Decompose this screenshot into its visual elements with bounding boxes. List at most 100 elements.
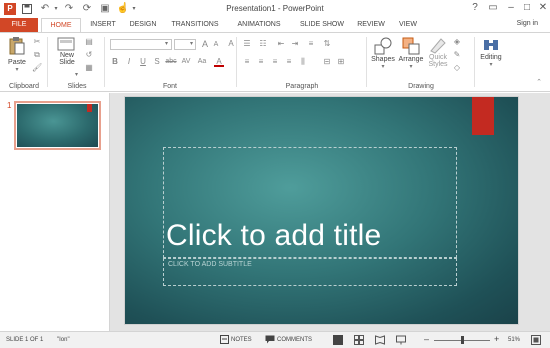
- justify-icon[interactable]: ≡: [284, 57, 294, 67]
- slide-sorter-view-icon[interactable]: [354, 335, 364, 345]
- thumbnail-preview: [17, 104, 98, 147]
- tab-view[interactable]: VIEW: [394, 18, 422, 32]
- close-button[interactable]: ✕: [536, 1, 550, 15]
- shape-outline-icon[interactable]: ✎: [452, 50, 462, 60]
- decrease-indent-icon[interactable]: ⇤: [276, 39, 286, 49]
- text-direction-icon[interactable]: ⇅: [322, 39, 332, 49]
- editing-button[interactable]: Editing ▾: [478, 36, 504, 68]
- new-slide-dropdown-icon[interactable]: ▾: [75, 71, 78, 78]
- tab-slide-show[interactable]: SLIDE SHOW: [294, 18, 350, 32]
- zoom-in-button[interactable]: +: [494, 334, 499, 344]
- slide-thumbnails-pane: 1: [0, 93, 110, 331]
- shape-effects-icon[interactable]: ◇: [452, 63, 462, 73]
- layout-icon[interactable]: ▤: [84, 37, 94, 47]
- reading-view-icon[interactable]: [375, 335, 385, 345]
- fit-to-window-icon[interactable]: [531, 335, 541, 345]
- thumbnail-accent-bar: [87, 104, 92, 112]
- arrange-label: Arrange: [398, 56, 424, 63]
- change-case-icon[interactable]: Aa: [196, 57, 208, 67]
- new-slide-icon: [57, 37, 75, 51]
- quick-styles-button[interactable]: Quick Styles: [426, 36, 450, 68]
- bold-icon[interactable]: B: [110, 57, 120, 67]
- arrange-button[interactable]: Arrange ▾: [396, 36, 426, 70]
- paste-icon: [9, 37, 25, 55]
- comments-button[interactable]: COMMENTS: [277, 337, 312, 343]
- quick-styles-label-2: Styles: [428, 61, 448, 68]
- status-bar: SLIDE 1 OF 1 "Ion" NOTES COMMENTS – + 51…: [0, 331, 550, 348]
- section-icon[interactable]: ▦: [84, 63, 94, 73]
- slide-canvas[interactable]: Click to add title CLICK TO ADD SUBTITLE: [124, 96, 519, 325]
- numbering-icon[interactable]: ☷: [258, 39, 268, 49]
- font-size-dropdown-icon[interactable]: ▾: [190, 40, 193, 47]
- arrange-dropdown-icon[interactable]: ▾: [396, 63, 426, 70]
- strikethrough-icon[interactable]: S: [152, 57, 162, 67]
- cut-icon[interactable]: ✂: [32, 37, 42, 47]
- shapes-dropdown-icon[interactable]: ▾: [370, 63, 396, 70]
- tab-file[interactable]: FILE: [0, 18, 38, 32]
- new-slide-label-2: Slide: [59, 59, 75, 66]
- grow-font-icon[interactable]: A: [200, 39, 210, 49]
- subtitle-placeholder[interactable]: CLICK TO ADD SUBTITLE: [163, 258, 457, 286]
- maximize-button[interactable]: □: [520, 1, 534, 15]
- shrink-font-icon[interactable]: A: [211, 40, 221, 50]
- title-placeholder-text: Click to add title: [166, 219, 382, 252]
- collapse-ribbon-icon[interactable]: ⌃: [534, 78, 544, 88]
- editing-dropdown-icon[interactable]: ▾: [478, 61, 504, 68]
- character-spacing-icon[interactable]: AV: [180, 57, 192, 67]
- line-spacing-icon[interactable]: ≡: [306, 39, 316, 49]
- notes-button[interactable]: NOTES: [231, 337, 252, 343]
- reset-icon[interactable]: ↺: [84, 50, 94, 60]
- new-slide-button[interactable]: New Slide: [54, 36, 80, 66]
- zoom-level[interactable]: 51%: [508, 337, 520, 343]
- new-slide-label-1: New: [59, 52, 74, 59]
- zoom-out-button[interactable]: –: [424, 334, 429, 344]
- clipboard-group-label: Clipboard: [9, 83, 39, 90]
- tab-review[interactable]: REVIEW: [354, 18, 388, 32]
- zoom-slider-thumb[interactable]: [461, 336, 464, 344]
- tab-design[interactable]: DESIGN: [124, 18, 162, 32]
- character-strike-icon[interactable]: abc: [164, 57, 178, 67]
- align-text-icon[interactable]: ⊟: [322, 57, 332, 67]
- quick-styles-label-1: Quick: [429, 54, 447, 61]
- paste-dropdown-icon[interactable]: ▾: [4, 66, 30, 73]
- shape-fill-icon[interactable]: ◈: [452, 37, 462, 47]
- sign-in-link[interactable]: Sign in: [517, 20, 538, 27]
- separator: [104, 37, 105, 87]
- bullets-icon[interactable]: ☰: [242, 39, 252, 49]
- paste-label-text: Paste: [8, 59, 26, 66]
- font-name-field[interactable]: [110, 39, 172, 50]
- slide-thumbnail[interactable]: [14, 101, 101, 150]
- font-group-label: Font: [162, 83, 177, 90]
- quick-styles-icon: [430, 38, 446, 54]
- format-painter-icon[interactable]: 🖌: [32, 63, 42, 73]
- editing-label: Editing: [480, 54, 502, 61]
- increase-indent-icon[interactable]: ⇥: [290, 39, 300, 49]
- paste-button[interactable]: [4, 36, 30, 56]
- title-placeholder[interactable]: Click to add title: [163, 147, 457, 258]
- minimize-button[interactable]: –: [504, 1, 518, 15]
- tab-insert[interactable]: INSERT: [84, 18, 122, 32]
- clear-formatting-icon[interactable]: A: [226, 39, 236, 49]
- shapes-button[interactable]: Shapes ▾: [370, 36, 396, 70]
- tab-home[interactable]: HOME: [41, 18, 81, 33]
- tab-animations[interactable]: ANIMATIONS: [230, 18, 288, 32]
- paragraph-group-label: Paragraph: [285, 83, 319, 90]
- font-color-icon[interactable]: A: [214, 57, 224, 67]
- italic-icon[interactable]: I: [124, 57, 134, 67]
- underline-icon[interactable]: U: [138, 57, 148, 67]
- ribbon-display-options-icon[interactable]: ▭: [486, 1, 500, 15]
- tab-transitions[interactable]: TRANSITIONS: [166, 18, 224, 32]
- align-left-icon[interactable]: ≡: [242, 57, 252, 67]
- separator: [474, 37, 475, 87]
- align-center-icon[interactable]: ≡: [256, 57, 266, 67]
- smartart-icon[interactable]: ⊞: [336, 57, 346, 67]
- copy-icon[interactable]: ⧉: [32, 50, 42, 60]
- paste-label-wrap[interactable]: Paste ▾: [4, 59, 30, 73]
- slide-show-view-icon[interactable]: [396, 335, 406, 345]
- columns-icon[interactable]: ⫼: [298, 57, 308, 67]
- font-name-dropdown-icon[interactable]: ▾: [165, 40, 168, 47]
- help-button[interactable]: ?: [468, 1, 482, 15]
- normal-view-icon[interactable]: [333, 335, 343, 345]
- align-right-icon[interactable]: ≡: [270, 57, 280, 67]
- title-bar: P ↶ ▾ ↷ ⟳ ▣ ☝ ▾ Presentation1 - PowerPoi…: [0, 0, 550, 18]
